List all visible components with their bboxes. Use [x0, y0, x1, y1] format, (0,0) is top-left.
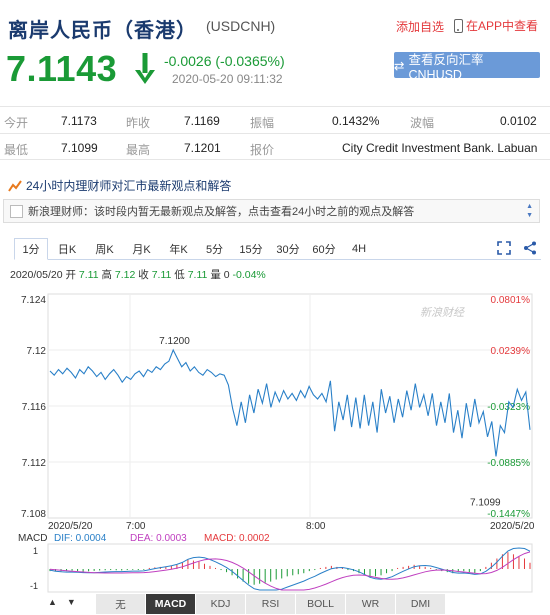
page-title: 离岸人民币（香港） [8, 20, 197, 42]
pct-tick-label: 0.0239% [491, 346, 531, 357]
macd-plot-area [47, 543, 533, 593]
symbol-code: (USDCNH) [206, 18, 276, 34]
y-tick-label: 7.116 [22, 402, 47, 413]
macd-histogram [49, 552, 531, 585]
value-low: 7.1099 [61, 141, 98, 155]
tab-15min[interactable]: 15分 [232, 238, 270, 260]
pct-axis-labels: 0.0801%0.0239%-0.0323%-0.0885%-0.1447% [487, 295, 530, 520]
macd-dea: DEA: 0.0003 [130, 533, 187, 544]
label-amplitude: 振幅 [250, 116, 275, 130]
indicator-tabs: 无 MACD KDJ RSI BOLL WR DMI [46, 594, 540, 614]
label-open: 今开 [4, 116, 29, 130]
view-in-app-link[interactable]: 在APP中查看 [454, 17, 538, 34]
swap-icon: ⇄ [394, 58, 405, 73]
quote-row: 今开 7.1173 昨收 7.1169 振幅 0.1432% 波幅 0.0102 [0, 106, 550, 133]
value-prev-close: 7.1169 [184, 114, 220, 128]
share-icon[interactable] [523, 241, 537, 255]
arrow-down-icon [135, 53, 155, 84]
chevron-up-icon[interactable]: ▲ [526, 202, 533, 211]
current-price: 7.1143 [6, 48, 118, 89]
price-line [49, 348, 531, 457]
y-tick-label: 7.108 [21, 509, 46, 520]
macd-title: MACD [18, 533, 47, 544]
tab-4h[interactable]: 4H [342, 238, 376, 260]
time-label-7: 7:00 [126, 521, 146, 532]
period-tabs: 1分 日K 周K 月K 年K 5分 15分 30分 60分 4H [14, 238, 541, 260]
value-high: 7.1201 [184, 141, 221, 155]
value-quote-source: City Credit Investment Bank. Labuan [342, 141, 538, 155]
macd-dif: DIF: 0.0004 [54, 533, 107, 544]
label-prev-close: 昨收 [126, 116, 151, 130]
tab-5min[interactable]: 5分 [197, 238, 232, 260]
value-range: 0.0102 [500, 114, 537, 128]
label-low: 最低 [4, 143, 29, 157]
reverse-rate-button[interactable]: ⇄ 查看反向汇率 CNHUSD [394, 52, 540, 82]
tab-1min[interactable]: 1分 [14, 238, 48, 260]
macd-value: MACD: 0.0002 [204, 533, 270, 544]
ind-tab-macd[interactable]: MACD [146, 594, 196, 614]
tab-day-k[interactable]: 日K [48, 238, 86, 260]
ind-tab-dmi[interactable]: DMI [396, 594, 446, 614]
pct-tick-label: 0.0801% [491, 295, 531, 306]
macd-scale-bottom: -1 [30, 581, 38, 591]
date-left: 2020/5/20 [48, 521, 93, 532]
phone-icon [454, 18, 463, 33]
add-watchlist-link[interactable]: 添加自选 [396, 18, 444, 35]
advisor-news-message: 新浪理财师：该时段内暂无最新观点及解答，点击查看24小时之前的观点及解答 [28, 206, 415, 218]
tab-30min[interactable]: 30分 [270, 238, 306, 260]
tab-60min[interactable]: 60分 [306, 238, 342, 260]
value-amplitude: 0.1432% [332, 114, 380, 128]
time-label-8: 8:00 [306, 521, 326, 532]
y-tick-label: 7.124 [21, 295, 46, 306]
pct-tick-label: -0.1447% [487, 509, 530, 520]
label-range: 波幅 [410, 116, 435, 130]
y-axis-labels: 7.124 7.12 7.116 7.112 7.108 [21, 295, 46, 520]
price-change: -0.0026 (-0.0365%) [164, 53, 285, 69]
ind-tab-rsi[interactable]: RSI [246, 594, 296, 614]
y-tick-label: 7.112 [22, 458, 47, 469]
news-scroll-controls[interactable]: ▲ ▼ [526, 202, 533, 220]
reverse-rate-label: 查看反向汇率 CNHUSD [408, 52, 484, 82]
grid-lines [48, 294, 532, 518]
advisor-news-heading-label: 24小时内理财师对汇市最新观点和解答 [26, 179, 232, 193]
low-marker: 7.1099 [470, 497, 501, 508]
date-right: 2020/5/20 [490, 521, 535, 532]
view-in-app-label: 在APP中查看 [466, 19, 539, 33]
quote-row: 最低 7.1099 最高 7.1201 报价 City Credit Inves… [0, 133, 550, 160]
label-high: 最高 [126, 143, 151, 157]
macd-scale-top: 1 [33, 546, 38, 556]
tab-week-k[interactable]: 周K [86, 238, 123, 260]
trend-icon [8, 179, 22, 192]
chevron-down-icon[interactable]: ▼ [526, 211, 533, 220]
quote-table: 今开 7.1173 昨收 7.1169 振幅 0.1432% 波幅 0.0102… [0, 106, 550, 160]
quote-timestamp: 2020-05-20 09:11:32 [172, 72, 283, 86]
ind-tab-none[interactable]: 无 [96, 594, 146, 614]
fullscreen-icon[interactable] [497, 241, 511, 255]
high-marker: 7.1200 [159, 336, 190, 347]
value-open: 7.1173 [61, 114, 97, 128]
avatar [10, 204, 23, 218]
y-tick-label: 7.12 [27, 346, 47, 357]
advisor-news-ticker[interactable]: 新浪理财师：该时段内暂无最新观点及解答，点击查看24小时之前的观点及解答 ▲ ▼ [3, 199, 540, 223]
tab-month-k[interactable]: 月K [123, 238, 160, 260]
ind-tab-wr[interactable]: WR [346, 594, 396, 614]
chart-tools [497, 241, 537, 255]
advisor-news-heading[interactable]: 24小时内理财师对汇市最新观点和解答 [8, 177, 231, 194]
ind-tab-boll[interactable]: BOLL [296, 594, 346, 614]
label-quote-source: 报价 [250, 143, 275, 157]
tab-year-k[interactable]: 年K [160, 238, 197, 260]
intraday-chart[interactable]: 7.124 7.12 7.116 7.112 7.108 0.0801% 0.0239% -… [0, 280, 550, 594]
watermark: 新浪财经 [420, 306, 465, 319]
ind-tab-kdj[interactable]: KDJ [196, 594, 246, 614]
pct-tick-label: -0.0885% [487, 458, 530, 469]
